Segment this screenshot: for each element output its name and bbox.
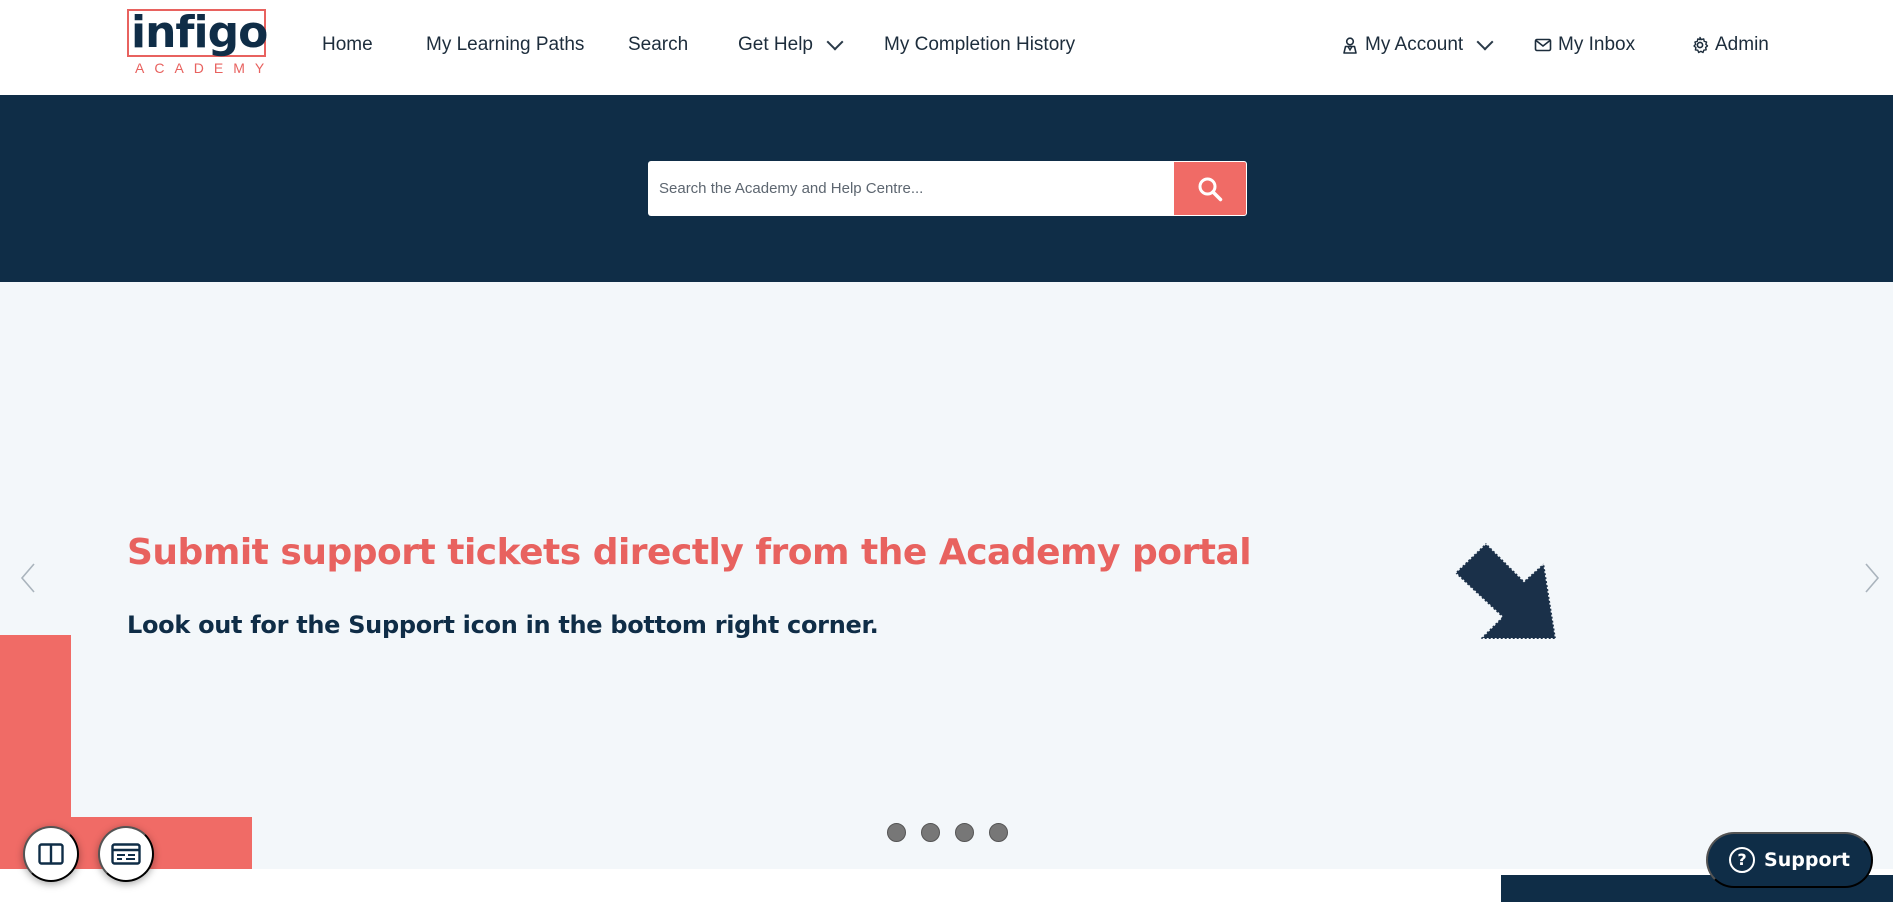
- mail-icon: [1534, 38, 1552, 52]
- nav-my-completion-history-label: My Completion History: [884, 34, 1076, 55]
- infigo-academy-logo[interactable]: infigo ACADEMY: [127, 7, 275, 77]
- top-navigation-bar: infigo ACADEMY Home My Learning Paths Se…: [0, 0, 1893, 95]
- carousel-dot-2[interactable]: [921, 823, 940, 842]
- card-icon: [111, 843, 141, 865]
- hero-subtitle: Look out for the Support icon in the bot…: [127, 611, 879, 639]
- nav-my-inbox-label: My Inbox: [1558, 34, 1636, 55]
- nav-admin-label: Admin: [1715, 34, 1769, 55]
- nav-home[interactable]: Home: [322, 33, 373, 57]
- nav-search[interactable]: Search: [628, 33, 688, 57]
- logo-wordmark: infigo: [131, 7, 268, 58]
- search-input[interactable]: [648, 161, 1173, 216]
- carousel-dot-4[interactable]: [989, 823, 1008, 842]
- nav-search-label: Search: [628, 34, 689, 55]
- nav-my-inbox[interactable]: My Inbox: [1534, 33, 1635, 57]
- hero-carousel: [0, 282, 1893, 869]
- columns-icon: [38, 843, 64, 865]
- chevron-left-icon: [20, 563, 35, 593]
- nav-my-completion-history[interactable]: My Completion History: [884, 33, 1075, 57]
- chevron-down-icon: [826, 33, 844, 51]
- carousel-indicators: [887, 823, 1008, 842]
- carousel-dot-3[interactable]: [955, 823, 974, 842]
- nav-my-learning-paths[interactable]: My Learning Paths: [426, 33, 584, 57]
- search-button[interactable]: [1173, 161, 1247, 216]
- layout-toggle-button[interactable]: [23, 826, 79, 882]
- nav-home-label: Home: [322, 34, 373, 55]
- nav-get-help-label: Get Help: [738, 34, 813, 55]
- nav-get-help[interactable]: Get Help: [738, 33, 844, 57]
- carousel-previous-button[interactable]: [18, 560, 42, 596]
- chevron-down-icon: [1476, 33, 1494, 51]
- hero-title: Submit support tickets directly from the…: [127, 532, 1252, 573]
- logo-subtitle: ACADEMY: [135, 60, 275, 76]
- account-icon: [1343, 37, 1357, 54]
- gear-icon: [1693, 36, 1709, 54]
- support-button-label: Support: [1764, 849, 1850, 871]
- nav-my-account[interactable]: My Account: [1341, 33, 1494, 57]
- support-button[interactable]: ? Support: [1706, 832, 1873, 888]
- search-icon: [1198, 177, 1223, 201]
- nav-my-learning-paths-label: My Learning Paths: [426, 34, 585, 55]
- chevron-right-icon: [1865, 563, 1880, 593]
- nav-my-account-label: My Account: [1365, 34, 1464, 55]
- question-icon: ?: [1729, 847, 1756, 873]
- arrow-down-right-icon: [1453, 541, 1558, 640]
- transcript-card-button[interactable]: [98, 826, 154, 882]
- nav-admin[interactable]: Admin: [1691, 33, 1769, 57]
- carousel-dot-1[interactable]: [887, 823, 906, 842]
- carousel-next-button[interactable]: [1858, 560, 1882, 596]
